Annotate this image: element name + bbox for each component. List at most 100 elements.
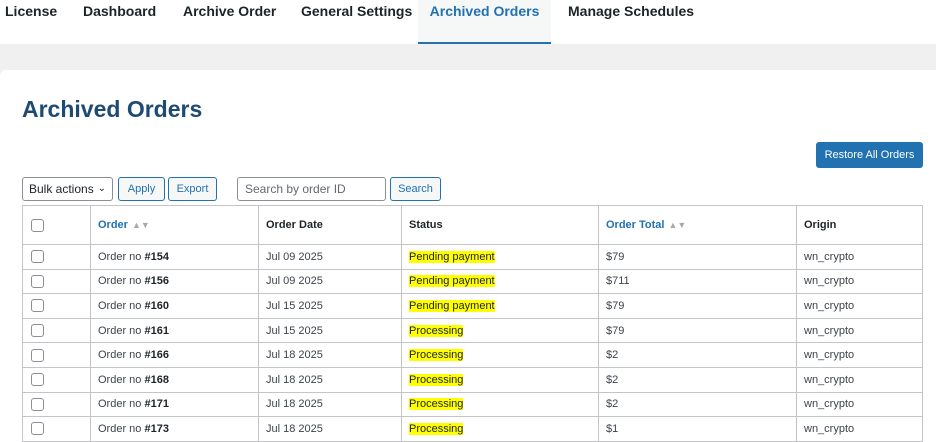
row-checkbox-cell <box>22 293 91 319</box>
origin-cell: wn_crypto <box>796 342 923 368</box>
status-badge: Pending payment <box>409 299 495 312</box>
restore-all-orders-button[interactable]: Restore All Orders <box>816 142 923 168</box>
order-date-cell: Jul 15 2025 <box>258 317 402 344</box>
origin-cell: wn_crypto <box>796 244 923 270</box>
search-input[interactable] <box>237 177 386 201</box>
order-cell[interactable]: Order no #168 <box>90 366 259 393</box>
tab-archived-orders[interactable]: Archived Orders <box>418 0 551 44</box>
order-prefix: Order no <box>98 250 142 263</box>
status-cell: Processing <box>401 317 599 344</box>
row-checkbox[interactable] <box>31 274 44 288</box>
order-cell[interactable]: Order no #161 <box>90 317 259 344</box>
status-cell: Pending payment <box>401 268 599 295</box>
order-number: #166 <box>144 349 169 362</box>
order-total-cell: $79 <box>598 317 797 344</box>
status-cell: Pending payment <box>401 293 599 319</box>
table-row: Order no #156 Jul 09 2025 Pending payment $… <box>22 268 923 295</box>
order-date-cell: Jul 15 2025 <box>258 293 402 319</box>
origin-cell: wn_crypto <box>796 391 923 418</box>
order-date-cell: Jul 09 2025 <box>258 268 402 295</box>
order-date-cell: Jul 18 2025 <box>258 416 402 442</box>
row-checkbox-cell <box>22 317 91 344</box>
order-cell[interactable]: Order no #156 <box>90 268 259 295</box>
table-row: Order no #173 Jul 18 2025 Processing $1 wn_c… <box>22 416 923 442</box>
order-total-column-header[interactable]: Order Total ▲▼ <box>598 205 797 245</box>
status-cell: Pending payment <box>401 244 599 270</box>
tab-license[interactable]: License <box>5 0 57 44</box>
order-cell[interactable]: Order no #154 <box>90 244 259 270</box>
sort-icon: ▲▼ <box>131 220 150 230</box>
order-prefix: Order no <box>98 299 142 312</box>
table-row: Order no #161 Jul 15 2025 Processing $79 wn_… <box>22 317 923 344</box>
order-prefix: Order no <box>98 398 142 411</box>
order-date-column-header: Order Date <box>258 205 402 245</box>
sort-icon: ▲▼ <box>668 220 687 230</box>
row-checkbox[interactable] <box>31 348 44 362</box>
row-checkbox[interactable] <box>31 397 44 411</box>
tab-manage-schedules[interactable]: Manage Schedules <box>568 0 694 44</box>
origin-cell: wn_crypto <box>796 416 923 442</box>
orders-table: Order ▲▼ Order Date Status Order Total ▲▼ … <box>22 205 923 442</box>
select-all-cell <box>22 205 91 245</box>
table-row: Order no #166 Jul 18 2025 Processing $2 wn_c… <box>22 342 923 368</box>
order-number: #160 <box>144 299 169 312</box>
status-column-header: Status <box>401 205 599 245</box>
order-column-header[interactable]: Order ▲▼ <box>90 205 259 245</box>
order-prefix: Order no <box>98 373 142 386</box>
order-prefix: Order no <box>98 324 142 337</box>
table-row: Order no #168 Jul 18 2025 Processing $2 wn_c… <box>22 366 923 393</box>
table-row: Order no #171 Jul 18 2025 Processing $2 wn_c… <box>22 391 923 418</box>
table-row: Order no #154 Jul 09 2025 Pending payment $… <box>22 244 923 270</box>
row-checkbox-cell <box>22 342 91 368</box>
origin-column-header: Origin <box>796 205 923 245</box>
status-cell: Processing <box>401 391 599 418</box>
order-total-cell: $2 <box>598 366 797 393</box>
row-checkbox[interactable] <box>31 373 44 387</box>
order-cell[interactable]: Order no #166 <box>90 342 259 368</box>
apply-button[interactable]: Apply <box>118 177 165 201</box>
row-checkbox-cell <box>22 391 91 418</box>
export-button[interactable]: Export <box>168 177 217 201</box>
chevron-down-icon: ⌄ <box>97 183 106 194</box>
status-badge: Processing <box>409 422 464 435</box>
order-number: #168 <box>144 373 169 386</box>
row-checkbox[interactable] <box>31 422 44 436</box>
status-badge: Processing <box>409 373 464 386</box>
order-total-cell: $1 <box>598 416 797 442</box>
row-checkbox-cell <box>22 244 91 270</box>
order-date-cell: Jul 18 2025 <box>258 391 402 418</box>
order-prefix: Order no <box>98 275 142 288</box>
nav-tabs: License Dashboard Archive Order General … <box>0 0 936 44</box>
tab-general-settings[interactable]: General Settings <box>301 0 412 44</box>
order-cell[interactable]: Order no #160 <box>90 293 259 319</box>
order-number: #154 <box>144 250 169 263</box>
row-checkbox[interactable] <box>31 299 44 313</box>
order-date-cell: Jul 18 2025 <box>258 366 402 393</box>
row-checkbox[interactable] <box>31 324 44 338</box>
status-cell: Processing <box>401 416 599 442</box>
bulk-actions-label: Bulk actions <box>29 182 94 196</box>
order-total-cell: $79 <box>598 244 797 270</box>
order-total-cell: $711 <box>598 268 797 295</box>
order-number: #171 <box>144 398 169 411</box>
tab-dashboard[interactable]: Dashboard <box>83 0 156 44</box>
status-badge: Pending payment <box>409 250 495 263</box>
page-title: Archived Orders <box>22 96 203 122</box>
search-button[interactable]: Search <box>390 177 441 201</box>
order-cell[interactable]: Order no #173 <box>90 416 259 442</box>
order-total-cell: $79 <box>598 293 797 319</box>
row-checkbox[interactable] <box>31 250 44 264</box>
select-all-checkbox[interactable] <box>31 218 44 232</box>
order-cell[interactable]: Order no #171 <box>90 391 259 418</box>
status-cell: Processing <box>401 342 599 368</box>
order-total-cell: $2 <box>598 342 797 368</box>
table-header-row: Order ▲▼ Order Date Status Order Total ▲▼ … <box>22 205 923 245</box>
order-prefix: Order no <box>98 422 142 435</box>
status-cell: Processing <box>401 366 599 393</box>
bulk-actions-select[interactable]: Bulk actions ⌄ <box>22 177 113 201</box>
order-prefix: Order no <box>98 349 142 362</box>
status-badge: Processing <box>409 349 464 362</box>
status-badge: Processing <box>409 324 464 337</box>
tab-archive-order[interactable]: Archive Order <box>183 0 276 44</box>
order-date-cell: Jul 18 2025 <box>258 342 402 368</box>
